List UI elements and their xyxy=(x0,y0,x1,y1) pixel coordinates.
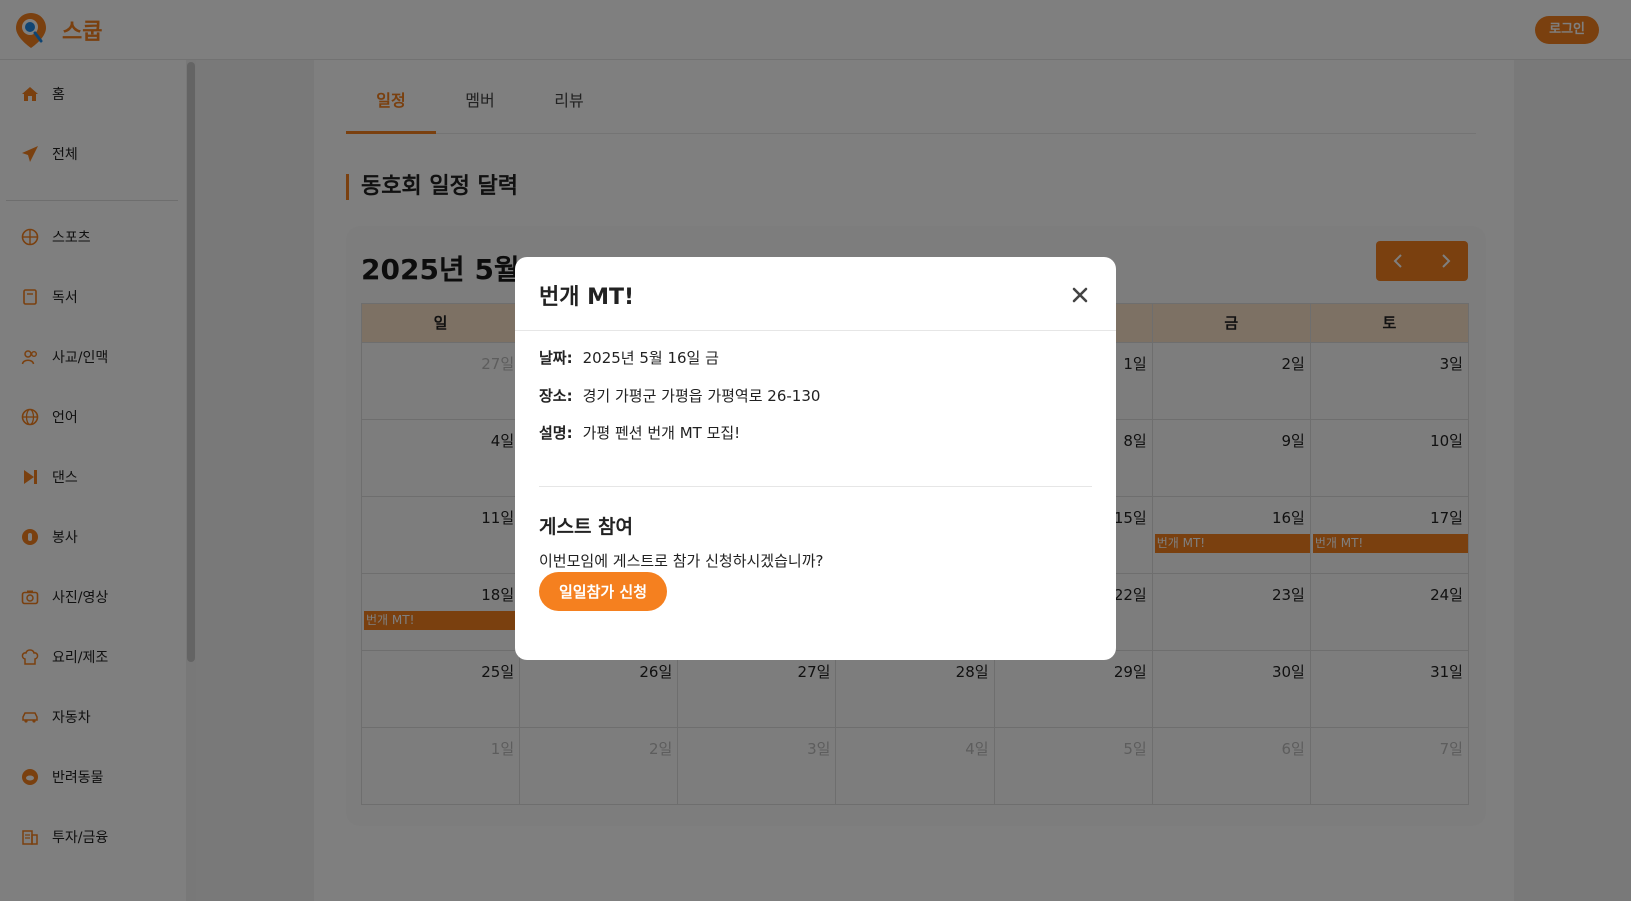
place-value: 경기 가평군 가평읍 가평역로 26-130 xyxy=(582,387,821,405)
join-one-day-button[interactable]: 일일참가 신청 xyxy=(539,572,668,611)
date-value: 2025년 5월 16일 금 xyxy=(582,349,719,367)
modal-divider xyxy=(539,486,1092,487)
event-desc-row: 설명: 가평 펜션 번개 MT 모집! xyxy=(539,422,740,443)
close-button[interactable] xyxy=(1070,285,1090,305)
place-label: 장소: xyxy=(539,387,573,405)
event-place-row: 장소: 경기 가평군 가평읍 가평역로 26-130 xyxy=(539,385,820,406)
guest-description: 이번모임에 게스트로 참가 신청하시겠습니까? xyxy=(539,552,824,570)
event-date-row: 날짜: 2025년 5월 16일 금 xyxy=(539,347,719,368)
event-modal: 번개 MT! 날짜: 2025년 5월 16일 금 장소: 경기 가평군 가평읍… xyxy=(515,257,1116,660)
modal-header: 번개 MT! xyxy=(515,257,1116,331)
desc-value: 가평 펜션 번개 MT 모집! xyxy=(582,424,741,442)
date-label: 날짜: xyxy=(539,349,573,367)
close-icon xyxy=(1072,287,1088,303)
modal-title: 번개 MT! xyxy=(539,285,635,310)
guest-section-title: 게스트 참여 xyxy=(539,516,634,538)
desc-label: 설명: xyxy=(539,424,573,442)
